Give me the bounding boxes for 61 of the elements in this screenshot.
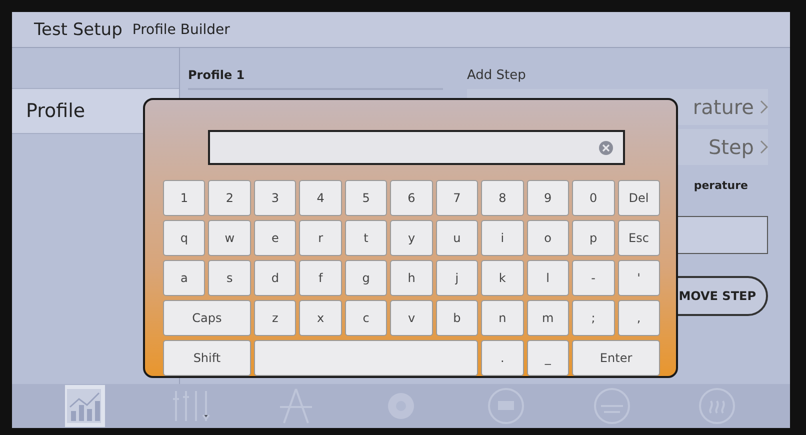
key[interactable]: y — [390, 220, 433, 256]
text-field[interactable] — [208, 130, 625, 165]
key[interactable]: z — [254, 300, 296, 336]
key[interactable]: h — [390, 260, 433, 296]
key[interactable]: s — [208, 260, 251, 296]
key[interactable]: d — [254, 260, 296, 296]
key[interactable]: r — [299, 220, 342, 256]
key[interactable]: 1 — [163, 180, 206, 216]
key[interactable]: 9 — [526, 180, 570, 216]
key[interactable]: k — [481, 260, 524, 296]
key[interactable]: 7 — [436, 180, 478, 216]
key[interactable]: c — [344, 300, 388, 336]
heat-icon[interactable] — [697, 385, 738, 427]
key[interactable]: q — [163, 220, 206, 256]
key[interactable]: ; — [572, 300, 615, 336]
key[interactable]: o — [526, 220, 570, 256]
key[interactable]: . — [481, 340, 524, 376]
key[interactable]: 3 — [254, 180, 296, 216]
field-label: perature — [694, 179, 748, 192]
key[interactable]: 6 — [390, 180, 433, 216]
key[interactable]: Esc — [618, 220, 660, 256]
key[interactable]: n — [481, 300, 524, 336]
key[interactable]: u — [436, 220, 478, 256]
key[interactable]: x — [299, 300, 342, 336]
space-key[interactable] — [254, 340, 478, 376]
key[interactable]: 2 — [208, 180, 251, 216]
key[interactable]: , — [618, 300, 660, 336]
key[interactable]: Enter — [572, 340, 660, 376]
chevron-icon — [760, 100, 768, 114]
device-icon[interactable] — [486, 385, 526, 427]
section-title: Add Step — [467, 68, 527, 83]
key[interactable]: Shift — [163, 340, 251, 376]
lines-icon[interactable] — [592, 385, 632, 427]
key[interactable]: j — [436, 260, 478, 296]
key[interactable]: w — [208, 220, 251, 256]
chevron-icon — [760, 140, 768, 154]
key[interactable]: m — [526, 300, 570, 336]
key[interactable]: p — [572, 220, 615, 256]
key[interactable]: i — [481, 220, 524, 256]
key[interactable]: 5 — [344, 180, 388, 216]
screen-title: Test Setup — [34, 20, 122, 40]
key[interactable]: ' — [618, 260, 660, 296]
key[interactable]: Del — [618, 180, 660, 216]
key[interactable]: l — [526, 260, 570, 296]
key[interactable]: - — [572, 260, 615, 296]
key[interactable]: _ — [526, 340, 570, 376]
clear-icon[interactable] — [599, 141, 613, 155]
profile-name: Profile 1 — [188, 68, 443, 90]
key[interactable]: t — [344, 220, 388, 256]
key[interactable]: e — [254, 220, 296, 256]
chart-icon[interactable] — [64, 385, 105, 427]
key[interactable]: Caps — [163, 300, 251, 336]
key[interactable]: 0 — [572, 180, 615, 216]
key[interactable]: a — [163, 260, 206, 296]
screen-subtitle: Profile Builder — [132, 22, 230, 38]
key[interactable]: 8 — [481, 180, 524, 216]
key[interactable]: v — [390, 300, 433, 336]
key[interactable]: b — [436, 300, 478, 336]
key[interactable]: g — [344, 260, 388, 296]
key[interactable]: 4 — [299, 180, 342, 216]
key[interactable]: f — [299, 260, 342, 296]
